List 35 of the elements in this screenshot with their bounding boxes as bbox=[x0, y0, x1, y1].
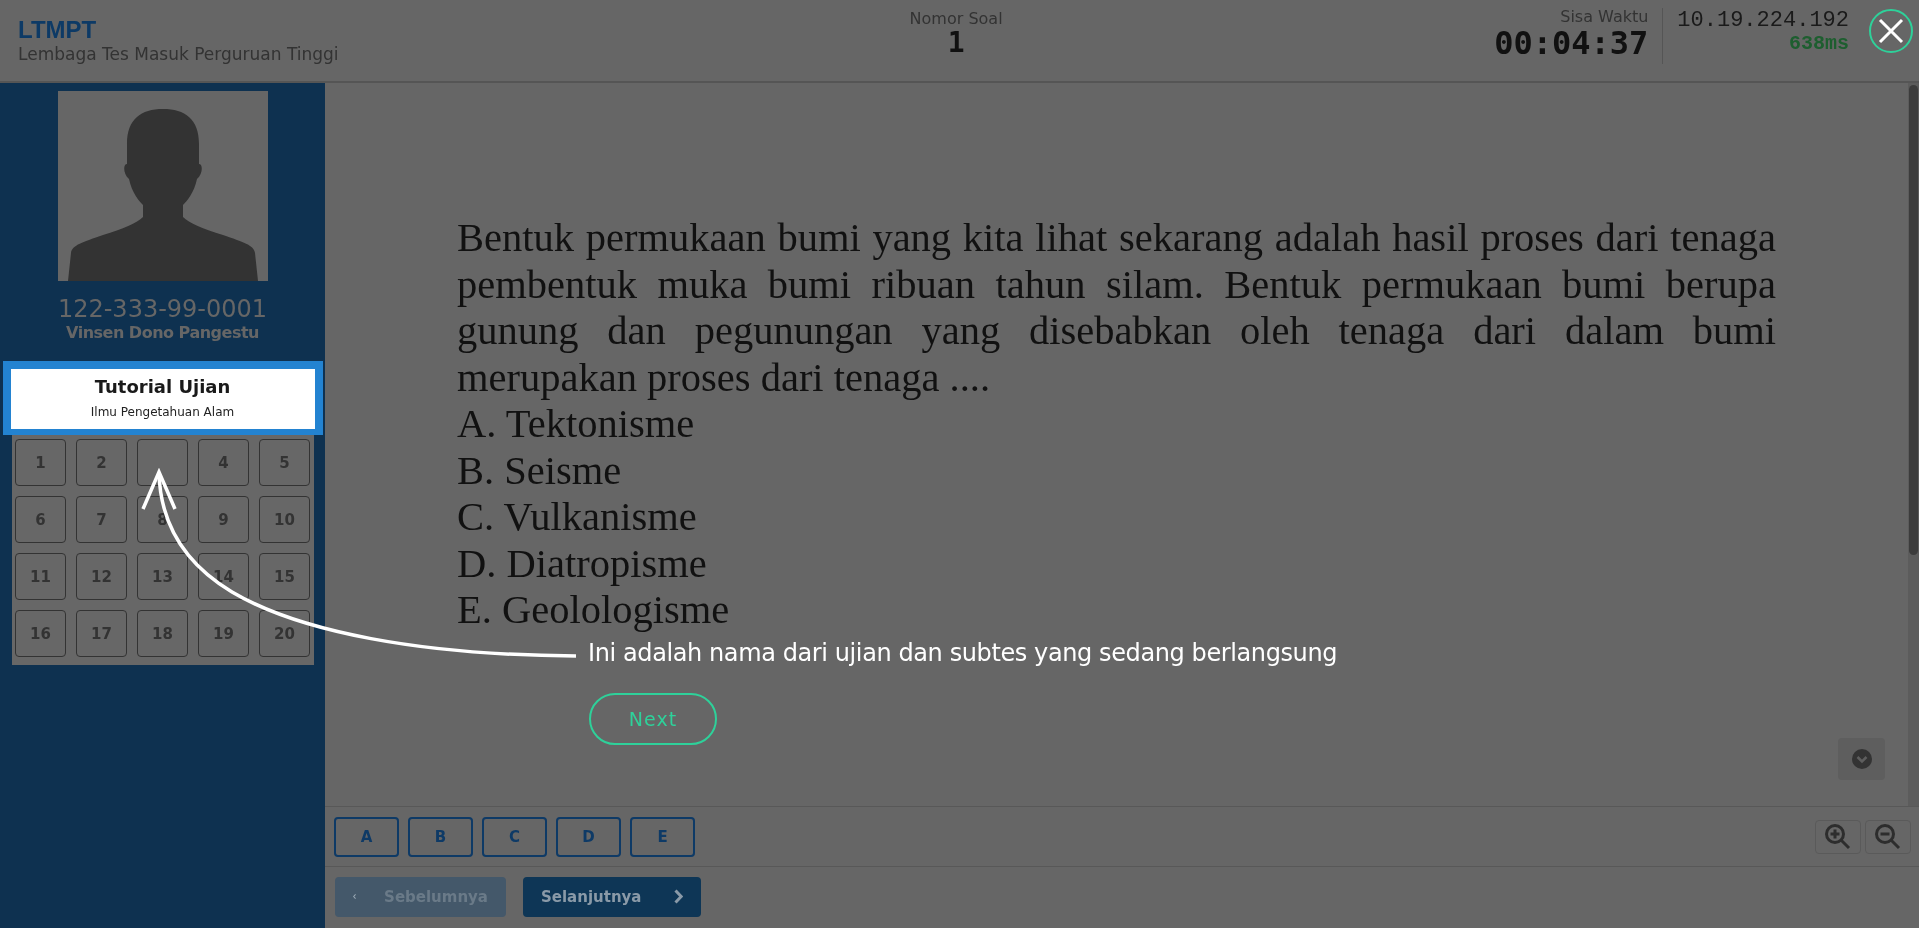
countdown-timer: 00:04:37 bbox=[1494, 25, 1649, 60]
answer-choice-button[interactable]: C bbox=[482, 816, 547, 857]
ip-address: 10.19.224.192 bbox=[1677, 7, 1849, 34]
question-number-button[interactable] bbox=[137, 439, 188, 486]
answer-option: E. Geolologisme bbox=[457, 587, 1776, 634]
tour-message: Ini adalah nama dari ujian dan subtes yang sedang berlangsung bbox=[588, 639, 1338, 667]
zoom-out-icon bbox=[1874, 822, 1902, 851]
exam-title: Tutorial Ujian bbox=[94, 375, 231, 399]
latency: 638ms bbox=[1789, 33, 1849, 54]
answer-choice-button[interactable]: B bbox=[408, 816, 473, 857]
answer-choice-button[interactable]: E bbox=[630, 816, 695, 857]
answer-option: C. Vulkanisme bbox=[457, 494, 1776, 541]
question-text: Bentuk permukaan bumi yang kita lihat sekarang adalah hasil proses dari tenaga pembentuk muka bumi ribuan tahun silam. Bentuk permukaan bumi berupa gunung dan pegunungan yang disebabkan oleh tenaga dari dalam bumi merupakan proses dari tenaga .... bbox=[457, 215, 1776, 401]
next-question-button[interactable]: Selanjutnya bbox=[523, 876, 701, 917]
zoom-in-icon bbox=[1824, 822, 1852, 851]
participant-name: Vinsen Dono Pangestu bbox=[66, 323, 259, 343]
subtest-name: Ilmu Pengetahuan Alam bbox=[90, 404, 235, 421]
answer-option: A. Tektonisme bbox=[457, 401, 1776, 448]
participant-id: 122-333-99-0001 bbox=[57, 295, 268, 323]
answer-choice-button[interactable]: D bbox=[556, 816, 621, 857]
answer-option: D. Diatropisme bbox=[457, 540, 1776, 587]
close-button[interactable] bbox=[1869, 9, 1913, 53]
close-icon bbox=[1878, 18, 1904, 44]
tour-next-button[interactable]: Next bbox=[589, 693, 717, 745]
answer-choice-button[interactable]: A bbox=[334, 816, 399, 857]
scrollbar-thumb[interactable] bbox=[1909, 85, 1918, 555]
zoom-out-button[interactable] bbox=[1865, 819, 1911, 854]
logo-text: LTMPT bbox=[18, 16, 98, 43]
answer-option: B. Seisme bbox=[457, 447, 1776, 494]
scrollbar[interactable] bbox=[1908, 83, 1919, 806]
chevron-right-icon bbox=[674, 889, 683, 904]
question-number: 1 bbox=[947, 27, 965, 58]
chevron-down-icon bbox=[1851, 749, 1872, 769]
scroll-down-button[interactable] bbox=[1838, 738, 1885, 780]
zoom-in-button[interactable] bbox=[1815, 819, 1861, 854]
